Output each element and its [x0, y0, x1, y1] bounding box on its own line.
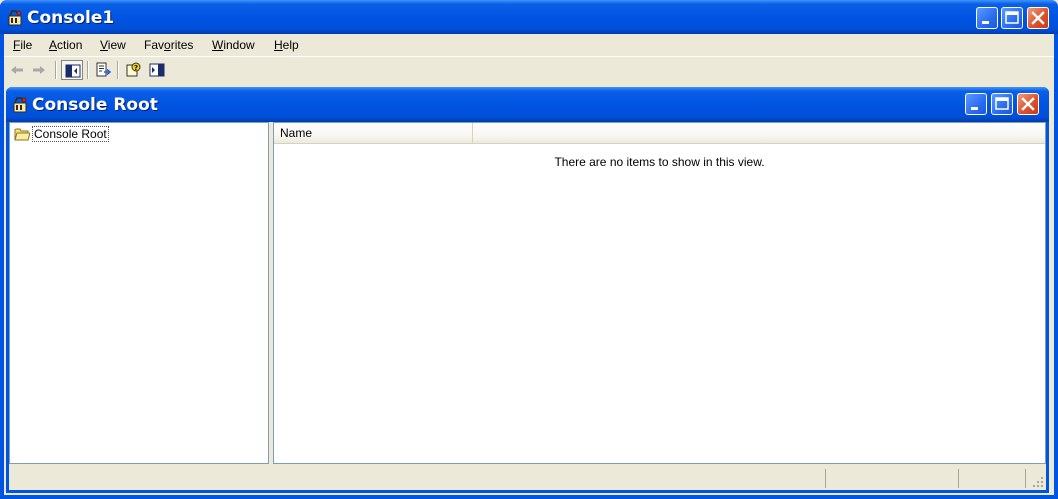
- show-hide-console-tree-button[interactable]: [61, 60, 83, 80]
- console-root-child-window: Console Root Console Root Name There are…: [6, 87, 1049, 493]
- toolbar-separator: [117, 61, 119, 79]
- status-bar-divider: [825, 469, 826, 488]
- maximize-icon: [995, 97, 1009, 110]
- status-bar-divider: [1025, 469, 1026, 488]
- export-list-icon: [96, 62, 111, 77]
- menu-file[interactable]: File: [13, 38, 32, 52]
- child-title-bar[interactable]: Console Root: [6, 87, 1049, 122]
- console-tree-pane[interactable]: Console Root: [9, 122, 269, 464]
- export-list-button[interactable]: [92, 60, 114, 80]
- close-icon: [1021, 97, 1035, 111]
- list-header: Name: [274, 123, 1045, 144]
- mmc-app-icon: [6, 9, 24, 27]
- show-hide-action-pane-icon: [149, 63, 165, 77]
- forward-button[interactable]: [28, 60, 50, 80]
- window-title: Console1: [27, 8, 115, 28]
- back-button[interactable]: [6, 60, 28, 80]
- console-main-window: Console1 File Action View Favorites Wind…: [0, 0, 1058, 499]
- main-window-body: File Action View Favorites Window Help ?…: [4, 34, 1054, 495]
- child-window-body: Console Root Name There are no items to …: [9, 122, 1046, 490]
- svg-text:?: ?: [134, 64, 138, 72]
- help-icon: ?: [126, 62, 141, 77]
- menu-bar: File Action View Favorites Window Help: [4, 34, 1054, 56]
- main-title-bar[interactable]: Console1: [0, 0, 1058, 34]
- close-icon: [1031, 11, 1045, 25]
- forward-arrow-icon: [33, 66, 45, 74]
- mmc-child-icon: [11, 96, 29, 114]
- show-hide-action-pane-button[interactable]: [146, 60, 168, 80]
- maximize-icon: [1005, 11, 1019, 24]
- toolbar: ?: [4, 56, 1054, 82]
- child-close-button[interactable]: [1017, 93, 1039, 115]
- menu-favorites[interactable]: Favorites: [144, 38, 193, 52]
- menu-action[interactable]: Action: [49, 38, 82, 52]
- child-minimize-button[interactable]: [965, 93, 987, 115]
- status-bar-divider: [958, 469, 959, 488]
- back-arrow-icon: [11, 66, 23, 74]
- help-button[interactable]: ?: [122, 60, 144, 80]
- column-header-name[interactable]: Name: [274, 123, 473, 143]
- tree-item-label[interactable]: Console Root: [32, 126, 109, 142]
- close-button[interactable]: [1027, 7, 1049, 29]
- show-hide-console-tree-icon: [65, 64, 81, 78]
- toolbar-separator: [87, 61, 89, 79]
- child-window-title: Console Root: [32, 95, 158, 115]
- minimize-button[interactable]: [976, 7, 998, 29]
- child-maximize-button[interactable]: [991, 93, 1013, 115]
- resize-grip-icon[interactable]: [1032, 476, 1044, 488]
- menu-window[interactable]: Window: [212, 38, 255, 52]
- menu-help[interactable]: Help: [274, 38, 299, 52]
- folder-icon: [14, 128, 30, 141]
- maximize-button[interactable]: [1001, 7, 1023, 29]
- results-list-pane[interactable]: Name There are no items to show in this …: [273, 122, 1046, 464]
- toolbar-separator: [55, 61, 57, 79]
- minimize-icon: [971, 107, 978, 110]
- minimize-icon: [982, 21, 989, 24]
- empty-list-message: There are no items to show in this view.: [554, 155, 765, 169]
- menu-view[interactable]: View: [100, 38, 126, 52]
- status-bar: [9, 466, 1046, 490]
